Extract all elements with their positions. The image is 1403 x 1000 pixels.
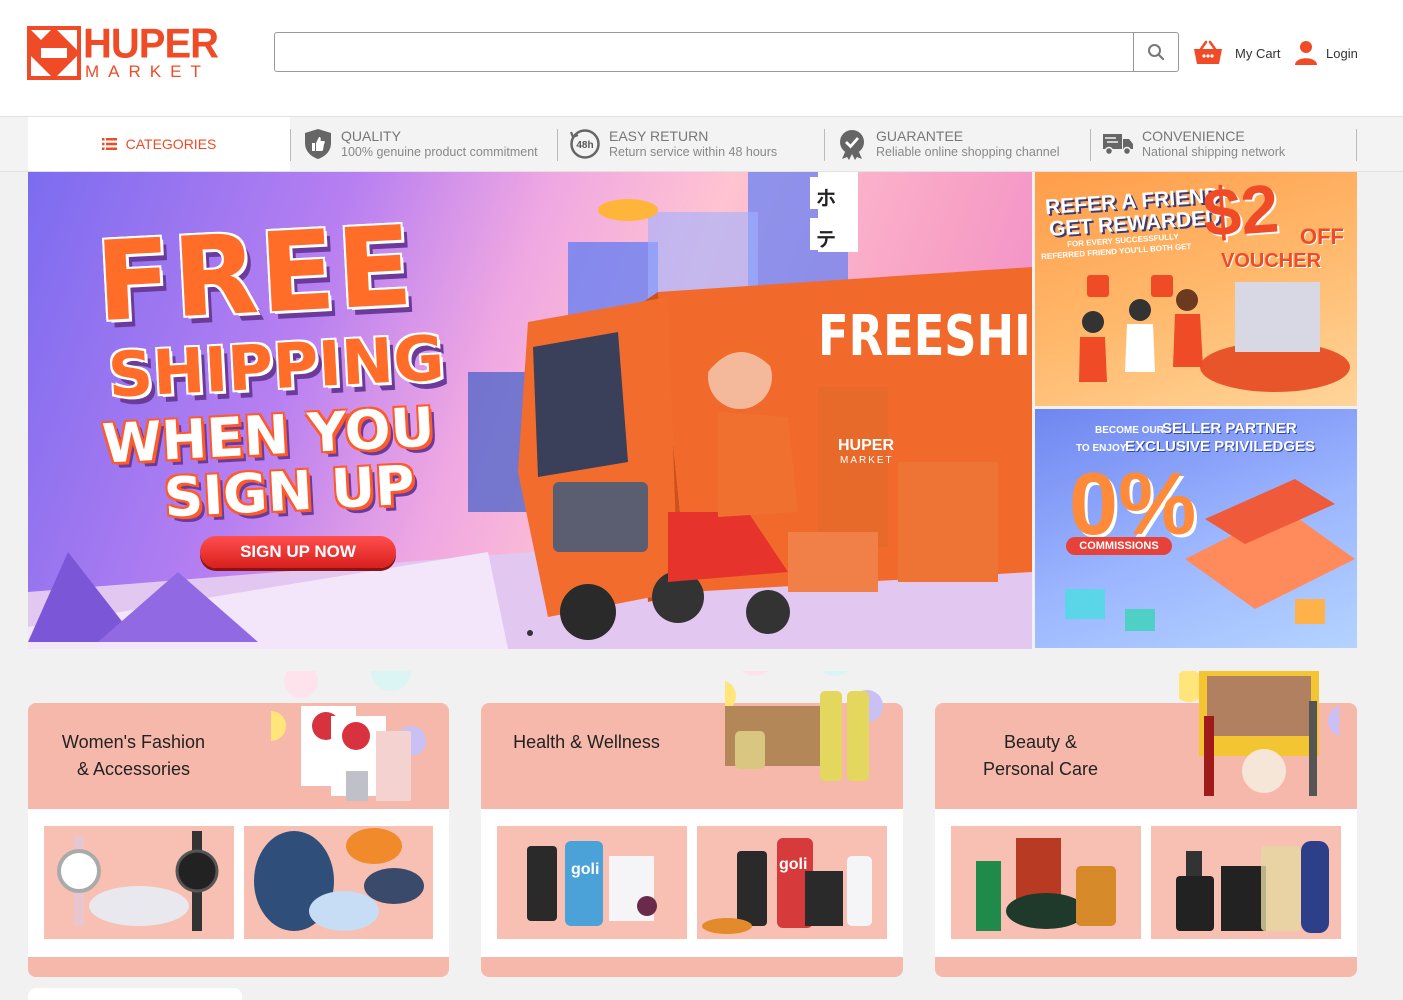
cart-label: My Cart	[1235, 45, 1281, 61]
sign-up-now-button[interactable]: SIGN UP NOW	[200, 536, 396, 568]
makeup-product-image	[1179, 671, 1339, 796]
goli-label: goli	[571, 861, 600, 878]
48h-return-icon: 48h	[569, 129, 600, 159]
vitamins-product-thumb[interactable]: goli	[697, 826, 887, 939]
category-title: Beauty & Personal Care	[953, 729, 1128, 783]
category-title-line2: & Accessories	[76, 759, 191, 779]
svg-text:48h: 48h	[576, 140, 593, 151]
feature-subtitle: National shipping network	[1142, 145, 1286, 159]
wellness-product-image	[725, 671, 883, 781]
category-title: Women's Fashion & Accessories	[46, 729, 221, 783]
skincare-product-image	[271, 671, 426, 801]
divider	[557, 129, 558, 161]
skincare-set-image	[976, 838, 1116, 931]
skincare-set-product-thumb[interactable]	[951, 826, 1141, 939]
divider	[290, 129, 291, 161]
truck-brand-sub: MARKET	[840, 455, 894, 466]
perfume-image	[1176, 841, 1329, 933]
logo-mark-icon	[27, 26, 81, 80]
categories-label: CATEGORIES	[125, 136, 217, 152]
next-section-edge	[28, 988, 242, 1000]
category-title-line1: Women's Fashion	[61, 732, 206, 752]
supplements-product-thumb[interactable]: goli	[497, 826, 687, 939]
truck-icon	[1103, 134, 1133, 156]
category-card-beauty-personal-care[interactable]: Beauty & Personal Care	[935, 671, 1357, 977]
category-title-line2: Personal Care	[982, 759, 1099, 779]
category-thumbs: goli goli	[481, 809, 903, 957]
categories-button[interactable]: CATEGORIES	[28, 117, 290, 171]
search-button[interactable]	[1133, 33, 1178, 71]
truck-brand-text: HUPER	[838, 437, 895, 454]
hero-banner[interactable]: FREE SHIPPING WHEN YOU SIGN UP SIGN UP N…	[28, 172, 1032, 649]
seller-partner-banner[interactable]: BECOME OUR SELLER PARTNER TO ENJOY EXCLU…	[1035, 409, 1357, 648]
feature-subtitle: Reliable online shopping channel	[876, 145, 1060, 159]
feature-guarantee: GUARANTEE Reliable online shopping chann…	[836, 127, 1059, 161]
scarves-hats-product-thumb[interactable]	[244, 826, 433, 939]
search-icon	[1148, 44, 1165, 61]
seller-tag: COMMISSIONS	[1066, 537, 1172, 555]
site-header: HUPER MARKET My Cart Login	[0, 0, 1403, 116]
divider	[1090, 129, 1091, 161]
watches-product-thumb[interactable]	[44, 826, 234, 939]
refer-friend-banner[interactable]: REFER A FRIEND GET REWARDED FOR EVERY SU…	[1035, 172, 1357, 406]
category-card-womens-fashion[interactable]: Women's Fashion & Accessories	[28, 671, 449, 977]
scarves-hats-image	[254, 828, 424, 931]
category-card-health-wellness[interactable]: Health & Wellness goli goli	[481, 671, 903, 977]
refer-off: OFF	[1300, 224, 1344, 249]
feature-title: GUARANTEE	[876, 128, 964, 144]
category-thumbs	[28, 809, 449, 957]
truck-freeship-text: FREESHIP	[818, 304, 1032, 369]
goli-label: goli	[779, 856, 808, 873]
list-menu-icon	[101, 138, 117, 150]
search-input[interactable]	[275, 33, 1133, 71]
feature-title: EASY RETURN	[609, 128, 709, 144]
sign-char: ホ	[816, 188, 836, 210]
sign-char: テ	[816, 229, 836, 251]
feature-convenience: CONVENIENCE National shipping network	[1102, 127, 1285, 161]
feature-quality: QUALITY 100% genuine product commitment	[303, 127, 538, 161]
perfume-product-thumb[interactable]	[1151, 826, 1341, 939]
watches-image	[57, 831, 219, 931]
feature-title: CONVENIENCE	[1142, 128, 1245, 144]
carousel-dot[interactable]	[527, 630, 533, 636]
login-link[interactable]: Login	[1294, 38, 1358, 68]
hero-line-sign-up: SIGN UP	[162, 453, 417, 530]
cart-basket-icon	[1194, 40, 1222, 64]
search-bar	[274, 32, 1179, 72]
badge-check-icon	[840, 130, 864, 160]
feature-easy-return: 48h EASY RETURN Return service within 48…	[569, 127, 777, 161]
refer-amount: $2	[1200, 172, 1282, 252]
divider	[824, 129, 825, 161]
category-title-line1: Health & Wellness	[513, 732, 660, 752]
seller-big-a: SELLER PARTNER	[1162, 420, 1297, 437]
feature-title: QUALITY	[341, 128, 401, 144]
divider	[1356, 129, 1357, 161]
user-icon	[1295, 41, 1317, 65]
feature-subtitle: Return service within 48 hours	[609, 145, 778, 159]
vitamins-image	[702, 838, 872, 934]
feature-subtitle: 100% genuine product commitment	[341, 145, 538, 159]
brand-logo[interactable]: HUPER MARKET	[27, 21, 219, 82]
category-title: Health & Wellness	[499, 729, 674, 756]
category-thumbs	[935, 809, 1357, 957]
logo-word-bottom: MARKET	[85, 62, 210, 81]
refer-voucher: VOUCHER	[1221, 250, 1322, 272]
supplements-image	[527, 841, 657, 926]
shield-thumb-icon	[305, 129, 331, 159]
features-bar: CATEGORIES QUALITY 100% genuine product …	[0, 116, 1403, 172]
category-title-line1: Beauty &	[1003, 732, 1078, 752]
login-label: Login	[1326, 45, 1358, 61]
cart-link[interactable]: My Cart	[1193, 38, 1281, 68]
seller-small-a: BECOME OUR	[1095, 425, 1164, 436]
